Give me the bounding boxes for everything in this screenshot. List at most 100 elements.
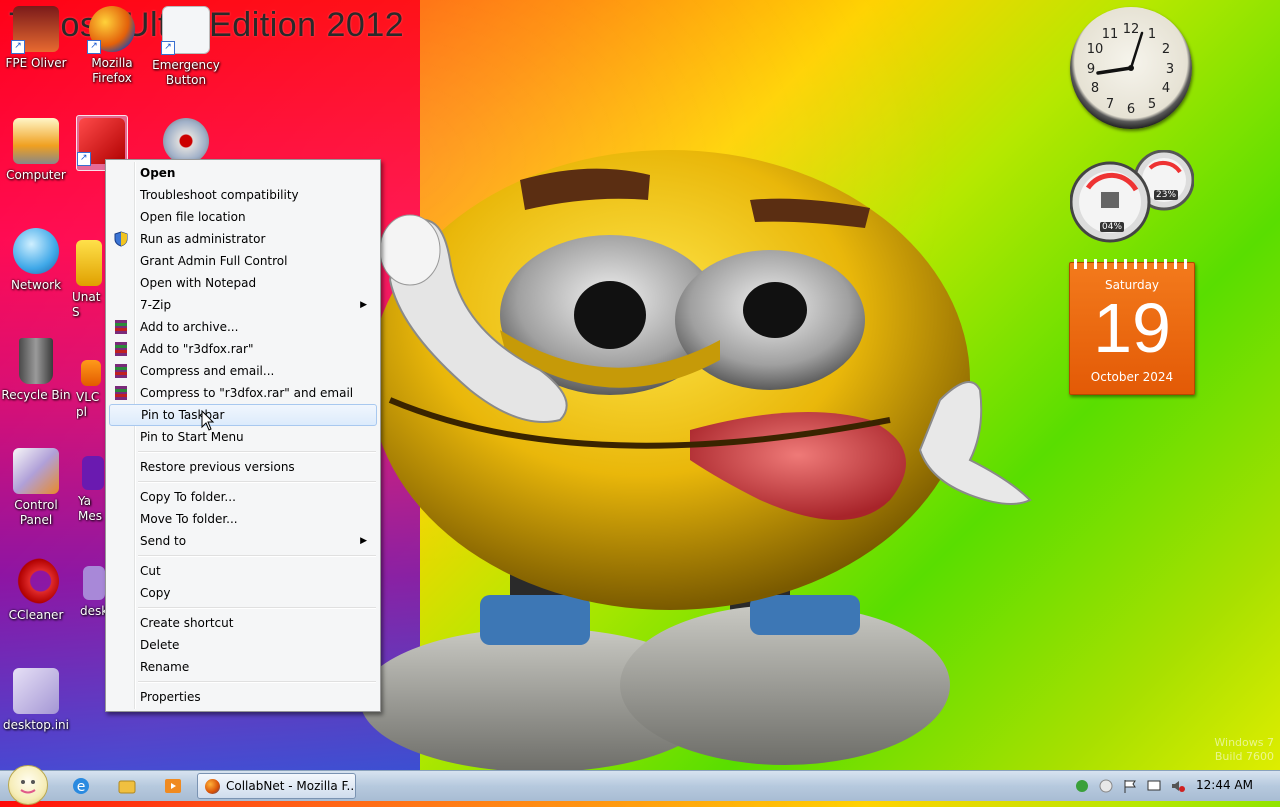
shortcut-arrow-icon: ↗ bbox=[161, 41, 175, 55]
firefox-icon bbox=[205, 779, 220, 794]
vlc-icon bbox=[81, 360, 101, 386]
menu-item-label: Rename bbox=[140, 660, 190, 674]
taskbar-window-firefox[interactable]: CollabNet - Mozilla F... bbox=[197, 773, 356, 799]
desktop-icon-control-panel[interactable]: Control Panel bbox=[0, 448, 72, 528]
desktop-icon-desktop-ini[interactable]: desktop.ini bbox=[0, 668, 72, 733]
menu-item-compress-to-rar-and-email[interactable]: Compress to "r3dfox.rar" and email bbox=[109, 382, 377, 404]
svg-text:9: 9 bbox=[1087, 62, 1095, 77]
control-panel-icon bbox=[13, 448, 59, 494]
yahoo-messenger-icon bbox=[82, 456, 104, 490]
desktop-icon-label: CCleaner bbox=[8, 608, 64, 622]
menu-item-copy[interactable]: Copy bbox=[109, 582, 377, 604]
desktop-icon-recycle-bin[interactable]: Recycle Bin bbox=[0, 338, 72, 403]
menu-separator bbox=[138, 451, 376, 453]
security-tray-icon[interactable] bbox=[1074, 778, 1090, 794]
menu-item-properties[interactable]: Properties bbox=[109, 686, 377, 708]
menu-item-compress-and-email[interactable]: Compress and email... bbox=[109, 360, 377, 382]
menu-item-copy-to-folder[interactable]: Copy To folder... bbox=[109, 486, 377, 508]
calendar-date: 19 bbox=[1093, 289, 1171, 367]
menu-item-label: Troubleshoot compatibility bbox=[140, 188, 299, 202]
desktop-icon-ccleaner[interactable]: CCleaner bbox=[0, 558, 72, 623]
start-button[interactable] bbox=[8, 765, 48, 805]
svg-text:4: 4 bbox=[1162, 81, 1170, 96]
desktop-icon-label: VLC pl bbox=[76, 390, 100, 419]
desktop-icon-firefox[interactable]: ↗ Mozilla Firefox bbox=[76, 6, 148, 86]
winrar-icon bbox=[115, 364, 127, 378]
menu-item-troubleshoot-compatibility[interactable]: Troubleshoot compatibility bbox=[109, 184, 377, 206]
menu-item-run-as-administrator[interactable]: Run as administrator bbox=[109, 228, 377, 250]
svg-text:5: 5 bbox=[1148, 97, 1156, 112]
computer-icon bbox=[13, 118, 59, 164]
clock-gadget[interactable]: 12 1 2 345 678 9 10 11 bbox=[1070, 7, 1192, 129]
network-tray-icon[interactable] bbox=[1146, 778, 1162, 794]
menu-item-cut[interactable]: Cut bbox=[109, 560, 377, 582]
cpu-meter-gadget[interactable]: 04% 23% bbox=[1069, 149, 1195, 244]
menu-item-add-to-archive[interactable]: Add to archive... bbox=[109, 316, 377, 338]
network-icon bbox=[13, 228, 59, 274]
svg-text:1: 1 bbox=[1148, 27, 1156, 42]
menu-item-open-file-location[interactable]: Open file location bbox=[109, 206, 377, 228]
media-player-icon[interactable] bbox=[163, 776, 183, 796]
shortcut-arrow-icon: ↗ bbox=[76, 152, 91, 166]
desk-icon bbox=[83, 566, 105, 600]
uac-shield-icon bbox=[114, 231, 128, 247]
desktop-icon-desk[interactable]: desk bbox=[80, 566, 108, 619]
menu-item-open[interactable]: Open bbox=[109, 162, 377, 184]
folder-icon[interactable] bbox=[117, 776, 137, 796]
menu-item-label: Compress and email... bbox=[140, 364, 275, 378]
menu-item-send-to[interactable]: Send to ▶ bbox=[109, 530, 377, 552]
desktop-icon-yahoo-messenger[interactable]: Ya Mes bbox=[78, 456, 108, 524]
winrar-icon bbox=[115, 386, 127, 400]
desktop-icon-label: Mozilla Firefox bbox=[91, 56, 133, 85]
recycle-bin-icon bbox=[19, 338, 53, 384]
menu-item-delete[interactable]: Delete bbox=[109, 634, 377, 656]
menu-item-label: Add to "r3dfox.rar" bbox=[140, 342, 254, 356]
desktop-icon-label: Control Panel bbox=[14, 498, 58, 527]
desktop-icon-fpe-oliver[interactable]: ↗ FPE Oliver bbox=[0, 6, 72, 71]
svg-text:3: 3 bbox=[1166, 62, 1174, 77]
desktop-icon-unat[interactable]: Unat S bbox=[72, 240, 106, 320]
menu-item-label: 7-Zip bbox=[140, 298, 172, 312]
firefox-icon: ↗ bbox=[87, 6, 135, 54]
context-menu: Open Troubleshoot compatibility Open fil… bbox=[105, 159, 381, 712]
smiley-tray-icon[interactable] bbox=[1098, 778, 1114, 794]
calendar-gadget[interactable]: Saturday 19 October 2024 bbox=[1069, 259, 1195, 395]
menu-item-label: Open with Notepad bbox=[140, 276, 257, 290]
taskbar-clock[interactable]: 12:44 AM bbox=[1196, 778, 1253, 792]
os-watermark: Windows 7 Build 7600 bbox=[1214, 736, 1274, 764]
desktop-icon-computer[interactable]: Computer bbox=[0, 118, 72, 183]
calendar-rings bbox=[1074, 259, 1190, 269]
emergency-button-icon: ↗ bbox=[161, 6, 210, 55]
calendar-month: October 2024 bbox=[1090, 370, 1174, 384]
menu-item-grant-admin-full-control[interactable]: Grant Admin Full Control bbox=[109, 250, 377, 272]
menu-item-add-to-rar[interactable]: Add to "r3dfox.rar" bbox=[109, 338, 377, 360]
svg-text:7: 7 bbox=[1106, 97, 1114, 112]
menu-item-label: Run as administrator bbox=[140, 232, 266, 246]
menu-item-pin-to-start-menu[interactable]: Pin to Start Menu bbox=[109, 426, 377, 448]
shortcut-arrow-icon: ↗ bbox=[87, 40, 101, 54]
watermark-line: Build 7600 bbox=[1214, 750, 1274, 763]
menu-item-rename[interactable]: Rename bbox=[109, 656, 377, 678]
desktop-icon-label: FPE Oliver bbox=[5, 56, 67, 70]
desktop-icon-emergency-button[interactable]: ↗ Emergency Button bbox=[150, 6, 222, 88]
menu-item-move-to-folder[interactable]: Move To folder... bbox=[109, 508, 377, 530]
menu-item-pin-to-taskbar[interactable]: Pin to Taskbar bbox=[109, 404, 377, 426]
svg-text:e: e bbox=[77, 779, 86, 795]
menu-item-label: Pin to Start Menu bbox=[140, 430, 244, 444]
menu-item-create-shortcut[interactable]: Create shortcut bbox=[109, 612, 377, 634]
action-center-flag-icon[interactable] bbox=[1122, 778, 1138, 794]
svg-text:11: 11 bbox=[1102, 27, 1119, 42]
menu-item-open-with-notepad[interactable]: Open with Notepad bbox=[109, 272, 377, 294]
disc-icon bbox=[163, 118, 209, 164]
desktop-icon-vlc[interactable]: VLC pl bbox=[76, 360, 106, 420]
smiley-start-icon bbox=[20, 780, 36, 794]
menu-item-label: Open file location bbox=[140, 210, 246, 224]
desktop-icon-network[interactable]: Network bbox=[0, 228, 72, 293]
menu-item-7zip[interactable]: 7-Zip ▶ bbox=[109, 294, 377, 316]
desktop-icon-label: Unat S bbox=[72, 290, 101, 319]
internet-explorer-icon[interactable]: e bbox=[71, 776, 91, 796]
menu-item-label: Restore previous versions bbox=[140, 460, 295, 474]
menu-item-label: Compress to "r3dfox.rar" and email bbox=[140, 386, 354, 400]
menu-item-restore-previous-versions[interactable]: Restore previous versions bbox=[109, 456, 377, 478]
volume-muted-icon[interactable] bbox=[1170, 778, 1186, 794]
